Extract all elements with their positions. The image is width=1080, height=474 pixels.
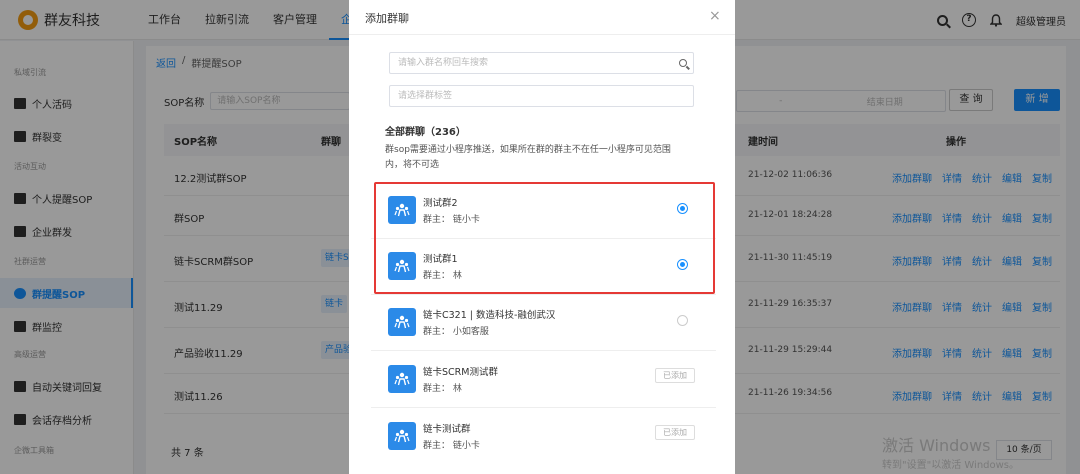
modal-divider (349, 34, 735, 35)
group-search-placeholder: 请输入群名称回车搜索 (398, 58, 489, 68)
search-icon[interactable] (679, 59, 687, 67)
group-list-item: 链卡SCRM测试群 群主： 林 已添加 (371, 352, 716, 408)
people-icon (394, 315, 410, 329)
highlight-annotation (374, 182, 715, 294)
group-name: 链卡测试群 (423, 424, 471, 435)
group-select-radio[interactable] (677, 315, 688, 326)
close-icon[interactable]: × (709, 9, 721, 23)
people-icon (394, 372, 410, 386)
group-avatar (388, 422, 416, 450)
group-name: 链卡SCRM测试群 (423, 367, 498, 378)
group-count: 全部群聊（236） (385, 127, 466, 138)
group-note: 群sop需要通过小程序推送，如果所在群的群主不在任一小程序可见范围内，将不可选 (385, 145, 671, 170)
group-owner: 群主： 小如客服 (423, 327, 489, 337)
already-added-badge: 已添加 (655, 425, 695, 440)
group-name: 链卡C321 | 数造科技-融创武汉 (423, 310, 556, 321)
group-list-item[interactable]: 链卡C321 | 数造科技-融创武汉 群主： 小如客服 (371, 295, 716, 351)
group-avatar (388, 365, 416, 393)
group-search-input[interactable]: 请输入群名称回车搜索 (389, 52, 694, 74)
group-avatar (388, 308, 416, 336)
group-list-item: 链卡测试群 群主： 链小卡 已添加 (371, 409, 716, 465)
already-added-badge: 已添加 (655, 368, 695, 383)
group-owner: 群主： 链小卡 (423, 441, 480, 451)
people-icon (394, 429, 410, 443)
group-owner: 群主： 林 (423, 384, 462, 394)
group-tag-select[interactable]: 请选择群标签 (389, 85, 694, 107)
modal-title: 添加群聊 (365, 12, 409, 25)
